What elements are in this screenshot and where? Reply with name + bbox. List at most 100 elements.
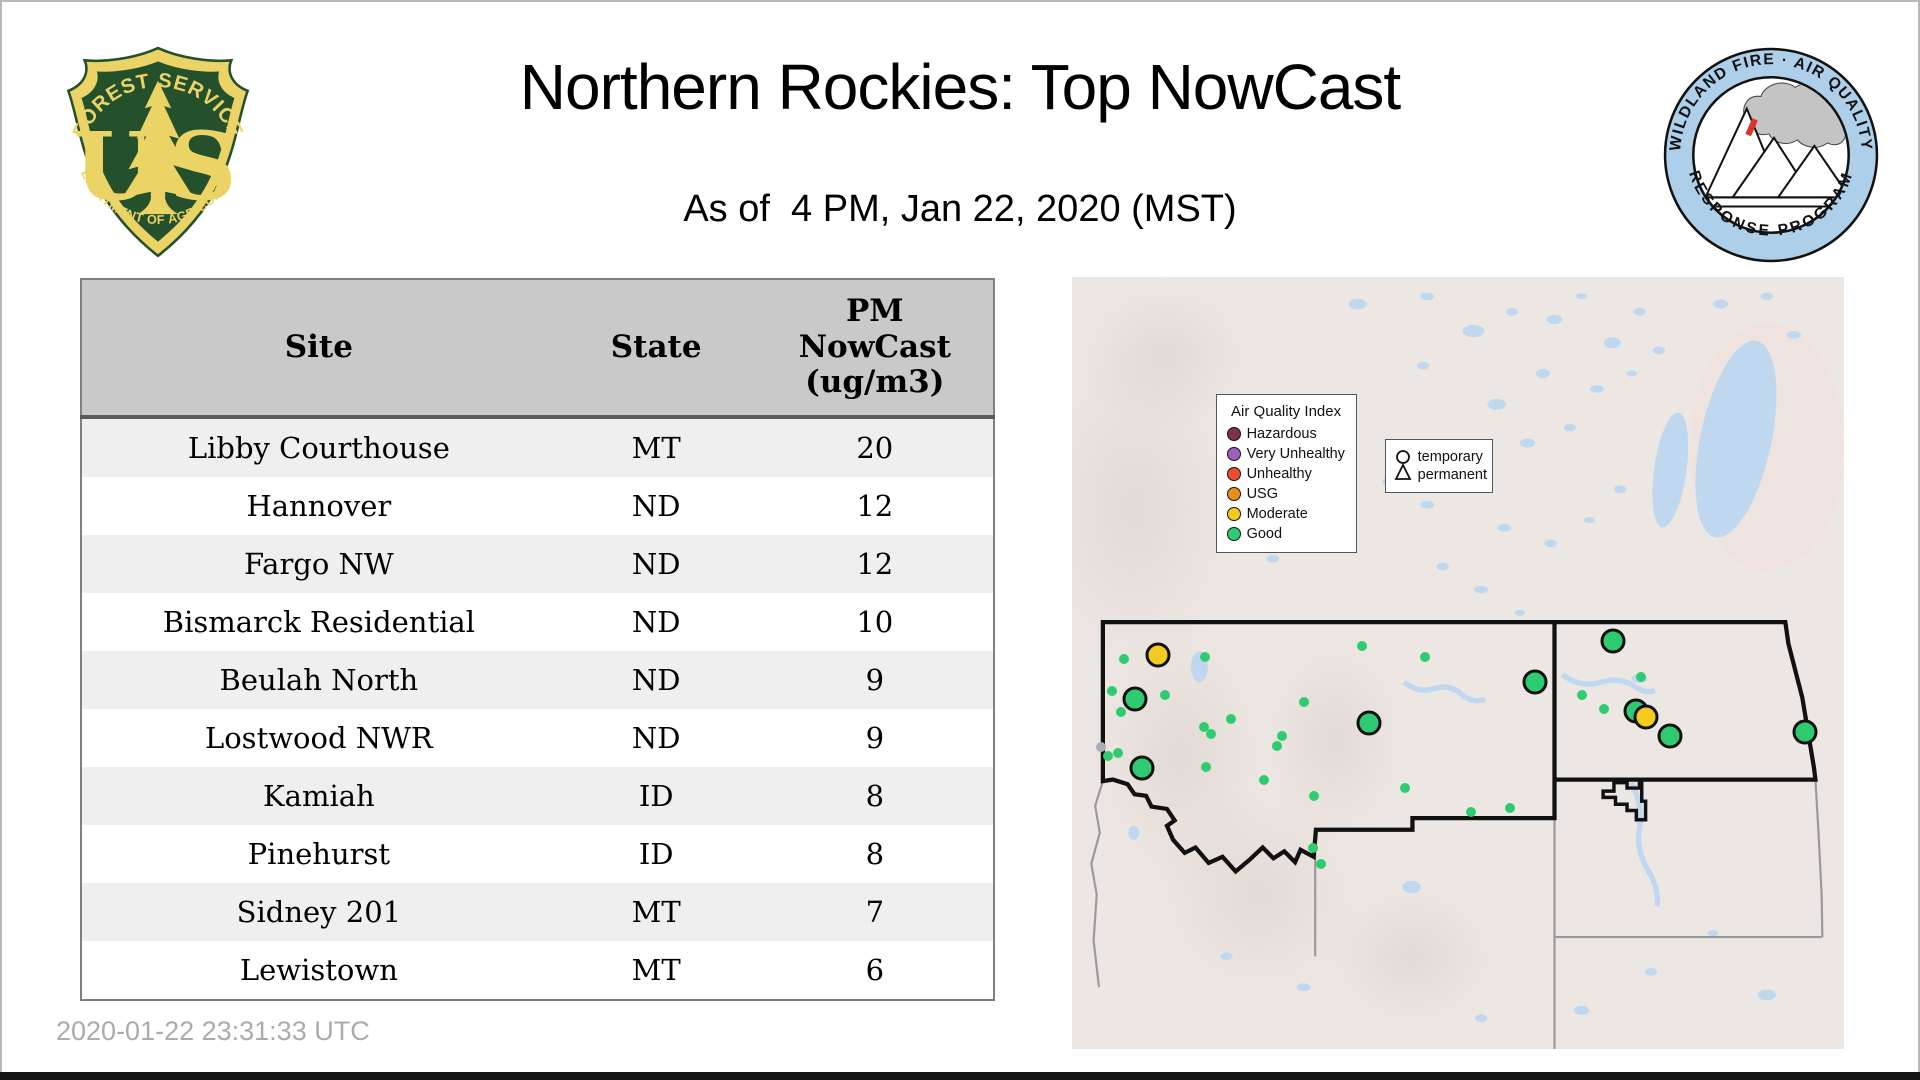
monitor-type-legend: temporary permanent bbox=[1384, 439, 1493, 494]
permanent-triangle-icon bbox=[1394, 463, 1412, 481]
temporary-circle-icon bbox=[1395, 450, 1410, 465]
monitor-marker-permanent bbox=[1657, 723, 1683, 749]
table-row: Hannover ND 12 bbox=[81, 476, 994, 535]
state-cell: MT bbox=[631, 430, 681, 465]
table-row: Fargo NW ND 12 bbox=[81, 534, 994, 593]
monitor-marker-temporary bbox=[1635, 671, 1646, 682]
value-cell: 12 bbox=[856, 488, 894, 523]
site-cell: Lewistown bbox=[239, 952, 398, 987]
monitor-marker-temporary bbox=[1200, 762, 1211, 773]
aqi-legend-entry: Hazardous bbox=[1226, 426, 1346, 442]
value-cell: 8 bbox=[865, 836, 885, 871]
monitor-marker-temporary bbox=[1226, 713, 1237, 724]
site-cell: Libby Courthouse bbox=[187, 430, 450, 465]
monitor-marker-permanent bbox=[1792, 719, 1818, 745]
bottom-black-bar bbox=[0, 1072, 1920, 1080]
page-title: Northern Rockies: Top NowCast bbox=[519, 51, 1401, 123]
temporary-label: temporary bbox=[1417, 448, 1483, 465]
monitor-marker-temporary bbox=[1577, 689, 1588, 700]
aqi-legend-entry: Unhealthy bbox=[1226, 466, 1346, 483]
aqi-color-dot-icon bbox=[1226, 427, 1241, 442]
monitor-marker-permanent bbox=[1633, 704, 1659, 730]
state-cell: MT bbox=[631, 894, 681, 929]
value-cell: 10 bbox=[856, 604, 894, 639]
site-cell: Kamiah bbox=[263, 778, 375, 813]
aqi-color-dot-icon bbox=[1226, 527, 1241, 542]
monitor-marker-temporary bbox=[1259, 774, 1270, 785]
pm-header-line2: NowCast bbox=[798, 328, 951, 365]
permanent-label: permanent bbox=[1417, 467, 1487, 484]
monitor-marker-permanent bbox=[1122, 686, 1148, 712]
value-cell: 9 bbox=[865, 662, 885, 697]
value-cell: 8 bbox=[865, 778, 885, 813]
state-cell: ND bbox=[631, 488, 681, 523]
aqi-legend-entries: Hazardous Very Unhealthy Unhealthy USG Moder… bbox=[1226, 426, 1346, 543]
table-row: Bismarck Residential ND 10 bbox=[81, 592, 994, 651]
table-row: Kamiah ID 8 bbox=[81, 766, 994, 825]
aqi-legend-title: Air Quality Index bbox=[1231, 403, 1342, 421]
aqi-category-label: USG bbox=[1246, 486, 1278, 503]
monitor-marker-temporary bbox=[1504, 803, 1515, 814]
generation-timestamp: 2020-01-22 23:31:33 UTC bbox=[56, 1016, 370, 1046]
monitor-marker-temporary bbox=[1205, 729, 1216, 740]
monitor-marker-temporary bbox=[1399, 783, 1410, 794]
nowcast-table: Site State PM NowCast (ug/m3) Libby Cour… bbox=[80, 278, 995, 1001]
site-cell: Pinehurst bbox=[247, 836, 391, 871]
state-cell: ND bbox=[631, 604, 681, 639]
aqi-legend-entry: Moderate bbox=[1226, 506, 1346, 523]
monitor-marker-temporary bbox=[1308, 790, 1319, 801]
aqi-category-label: Unhealthy bbox=[1246, 466, 1312, 483]
state-cell: ID bbox=[638, 778, 674, 813]
monitor-marker-temporary bbox=[1199, 651, 1210, 662]
monitor-marker-temporary bbox=[1316, 859, 1327, 870]
state-cell: ID bbox=[638, 836, 674, 871]
site-cell: Beulah North bbox=[219, 662, 419, 697]
monitor-markers-layer bbox=[1072, 277, 1844, 1049]
table-row: Pinehurst ID 8 bbox=[81, 824, 994, 883]
monitor-marker-temporary bbox=[1095, 742, 1106, 753]
report-slide: FOREST SERVICE DEPARTMENT OF AGRICULTURE… bbox=[0, 0, 1920, 1080]
monitor-marker-temporary bbox=[1107, 685, 1118, 696]
aqi-color-dot-icon bbox=[1226, 487, 1241, 502]
aqi-color-dot-icon bbox=[1226, 447, 1241, 462]
table-row: Sidney 201 MT 7 bbox=[81, 882, 994, 941]
aqi-category-label: Moderate bbox=[1246, 506, 1308, 523]
monitor-type-glyphs bbox=[1394, 450, 1412, 481]
monitor-marker-temporary bbox=[1419, 651, 1430, 662]
value-cell: 6 bbox=[865, 952, 885, 987]
value-cell: 20 bbox=[856, 430, 894, 465]
aqi-legend-entry: Good bbox=[1226, 526, 1346, 543]
state-cell: MT bbox=[631, 952, 681, 987]
site-cell: Fargo NW bbox=[244, 546, 394, 581]
aqi-category-label: Good bbox=[1246, 526, 1283, 543]
aqi-legend-entry: USG bbox=[1226, 486, 1346, 503]
aqi-category-label: Very Unhealthy bbox=[1246, 446, 1345, 463]
state-cell: ND bbox=[631, 662, 681, 697]
value-cell: 7 bbox=[865, 894, 885, 929]
aqi-map: Air Quality Index Hazardous Very Unhealth… bbox=[1072, 277, 1844, 1049]
site-cell: Sidney 201 bbox=[236, 894, 402, 929]
aqi-color-dot-icon bbox=[1226, 507, 1241, 522]
monitor-marker-permanent bbox=[1129, 755, 1155, 781]
table-header-row: Site State PM NowCast (ug/m3) bbox=[81, 279, 994, 419]
monitor-marker-permanent bbox=[1522, 669, 1548, 695]
monitor-marker-temporary bbox=[1466, 806, 1477, 817]
monitor-marker-temporary bbox=[1272, 740, 1283, 751]
monitor-marker-temporary bbox=[1299, 697, 1310, 708]
state-cell: ND bbox=[631, 546, 681, 581]
aqi-color-dot-icon bbox=[1226, 467, 1241, 482]
pm-header-line3: (ug/m3) bbox=[805, 364, 945, 401]
aqi-legend-entry: Very Unhealthy bbox=[1226, 446, 1346, 463]
column-header-state: State bbox=[555, 279, 757, 419]
monitor-marker-temporary bbox=[1118, 654, 1129, 665]
site-cell: Bismarck Residential bbox=[162, 604, 475, 639]
monitor-marker-temporary bbox=[1113, 748, 1124, 759]
monitor-marker-temporary bbox=[1102, 751, 1113, 762]
site-cell: Hannover bbox=[246, 488, 392, 523]
monitor-marker-temporary bbox=[1159, 690, 1170, 701]
table-row: Lostwood NWR ND 9 bbox=[81, 708, 994, 767]
site-cell: Lostwood NWR bbox=[204, 720, 433, 755]
aqi-legend: Air Quality Index Hazardous Very Unhealth… bbox=[1215, 394, 1357, 554]
monitor-marker-permanent bbox=[1145, 642, 1171, 668]
monitor-marker-temporary bbox=[1357, 641, 1368, 652]
